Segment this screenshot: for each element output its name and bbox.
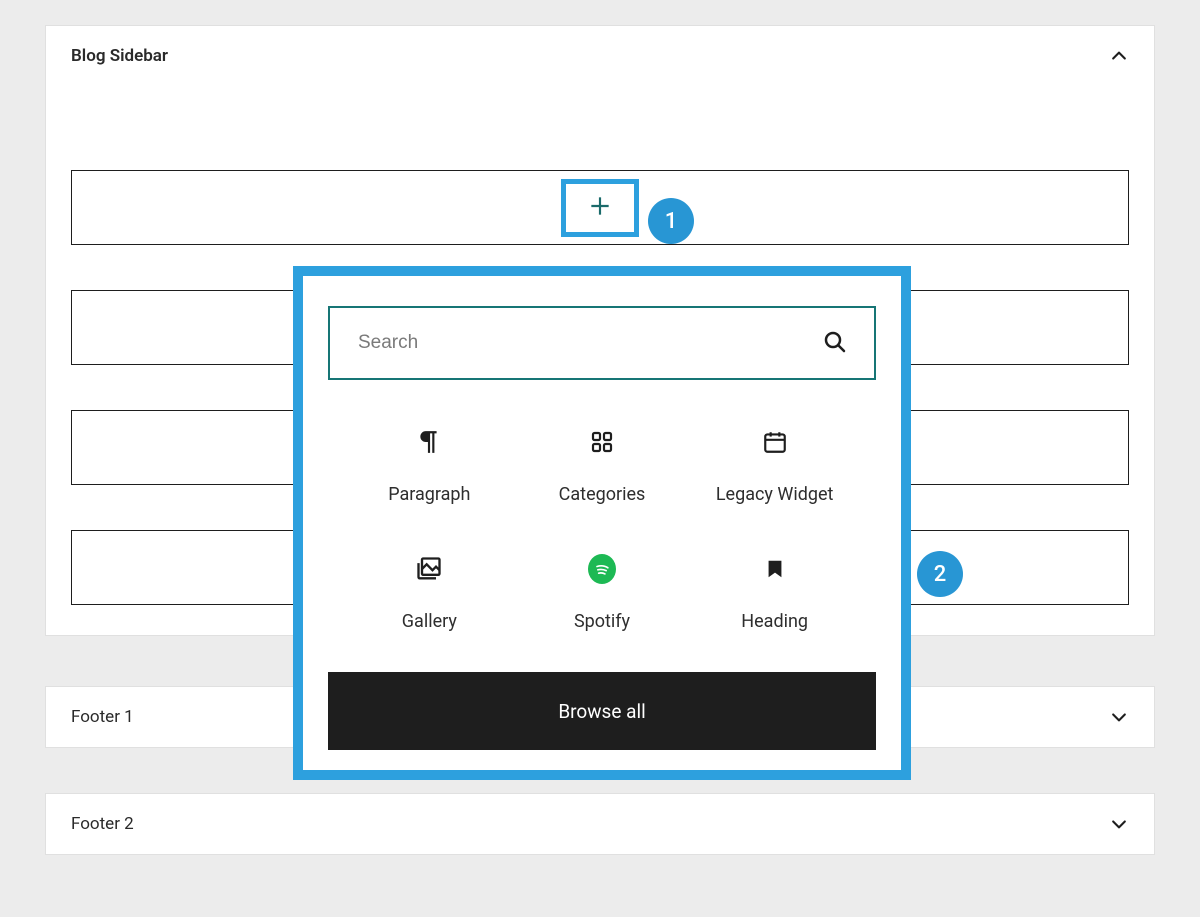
block-item-heading[interactable]: Heading: [693, 555, 856, 632]
block-item-spotify[interactable]: Spotify: [521, 555, 684, 632]
add-block-button[interactable]: [561, 179, 639, 237]
widget-area-header[interactable]: Blog Sidebar: [71, 46, 1129, 90]
widget-area-footer-2[interactable]: Footer 2: [45, 793, 1155, 855]
paragraph-icon: [415, 428, 443, 456]
block-item-legacy-widget[interactable]: Legacy Widget: [693, 428, 856, 505]
widget-placeholder[interactable]: [71, 170, 1129, 245]
block-item-gallery[interactable]: Gallery: [348, 555, 511, 632]
callout-badge-1: 1: [648, 198, 694, 244]
spotify-icon: [588, 555, 616, 583]
search-icon: [822, 329, 846, 357]
widget-area-title: Footer 2: [71, 814, 134, 834]
widget-area-title: Blog Sidebar: [71, 46, 168, 66]
block-label: Paragraph: [388, 484, 470, 505]
plus-icon: [587, 193, 613, 223]
chevron-up-icon: [1109, 46, 1129, 66]
block-label: Legacy Widget: [716, 484, 834, 505]
chevron-down-icon: [1109, 814, 1129, 834]
block-label: Gallery: [402, 611, 457, 632]
bookmark-icon: [761, 555, 789, 583]
calendar-icon: [761, 428, 789, 456]
block-label: Spotify: [574, 611, 630, 632]
block-inserter: Paragraph Categories Legacy Widget Galle…: [293, 266, 911, 780]
chevron-down-icon: [1109, 707, 1129, 727]
callout-badge-2: 2: [917, 551, 963, 597]
block-grid: Paragraph Categories Legacy Widget Galle…: [328, 428, 876, 632]
browse-all-button[interactable]: Browse all: [328, 672, 876, 750]
widget-area-title: Footer 1: [71, 707, 134, 727]
search-input[interactable]: [358, 332, 822, 354]
inserter-search[interactable]: [328, 306, 876, 380]
block-label: Categories: [559, 484, 646, 505]
gallery-icon: [415, 555, 443, 583]
block-label: Heading: [741, 611, 808, 632]
block-item-paragraph[interactable]: Paragraph: [348, 428, 511, 505]
block-item-categories[interactable]: Categories: [521, 428, 684, 505]
categories-icon: [588, 428, 616, 456]
browse-all-label: Browse all: [558, 700, 645, 723]
